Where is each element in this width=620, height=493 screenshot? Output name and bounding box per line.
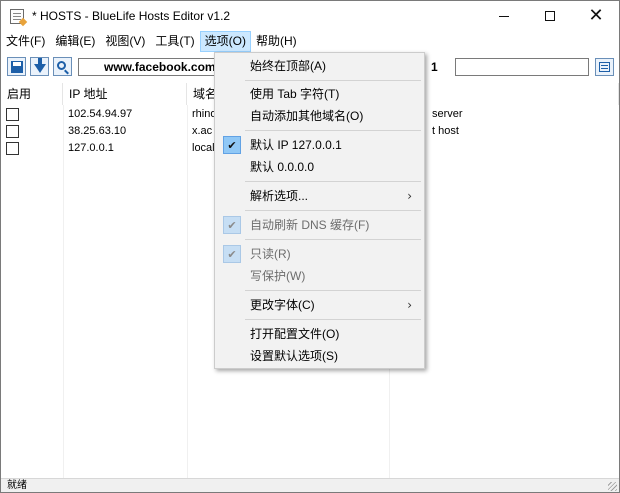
menu-item-label: 默认 IP 127.0.0.1 (250, 138, 342, 152)
checkmark-icon: ✔ (223, 245, 241, 263)
close-icon: ✕ (588, 5, 604, 26)
menu-separator (245, 130, 421, 131)
maximize-button[interactable] (527, 1, 573, 31)
comment-cell (394, 140, 614, 157)
ip-cell: 127.0.0.1 (68, 142, 114, 154)
menu-item-read-only[interactable]: ✔ 只读(R) (217, 243, 422, 265)
menu-options[interactable]: 选项(O) (199, 31, 251, 52)
chevron-right-icon: › (407, 298, 412, 312)
floppy-disk-icon (10, 60, 23, 73)
menu-separator (245, 80, 421, 81)
menu-separator (245, 181, 421, 182)
window-title: * HOSTS - BlueLife Hosts Editor v1.2 (32, 9, 231, 23)
column-divider (187, 105, 188, 478)
checkmark-icon: ✔ (223, 136, 241, 154)
menu-view[interactable]: 视图(V) (100, 31, 150, 52)
menu-item-label: 使用 Tab 字符(T) (250, 87, 340, 101)
minimize-icon (499, 15, 509, 17)
menu-item-label: 默认 0.0.0.0 (250, 160, 315, 174)
enable-checkbox[interactable] (6, 125, 19, 138)
search-button[interactable] (53, 57, 72, 76)
menu-item-label: 写保护(W) (250, 269, 306, 283)
column-header-enabled[interactable]: 启用 (1, 83, 63, 105)
column-header-ip[interactable]: IP 地址 (63, 83, 187, 105)
menu-item-open-config[interactable]: 打开配置文件(O) (217, 323, 422, 345)
enable-checkbox[interactable] (6, 108, 19, 121)
menu-help[interactable]: 帮助(H) (251, 31, 302, 52)
menu-item-use-tab[interactable]: 使用 Tab 字符(T) (217, 83, 422, 105)
menu-file[interactable]: 文件(F) (1, 31, 50, 52)
status-text: 就绪 (7, 480, 27, 491)
count-field[interactable]: 1 (425, 58, 451, 76)
menu-separator (245, 210, 421, 211)
menu-separator (245, 239, 421, 240)
ip-cell: 102.54.94.97 (68, 108, 133, 120)
status-bar: 就绪 (1, 478, 619, 492)
menu-tools[interactable]: 工具(T) (150, 31, 199, 52)
menu-item-label: 始终在顶部(A) (250, 59, 326, 73)
menu-separator (245, 290, 421, 291)
column-divider (63, 105, 64, 478)
menu-item-default-ip-127[interactable]: ✔ 默认 IP 127.0.0.1 (217, 134, 422, 156)
menu-item-always-on-top[interactable]: 始终在顶部(A) (217, 55, 422, 77)
menu-bar: 文件(F) 编辑(E) 视图(V) 工具(T) 选项(O) 帮助(H) (1, 31, 619, 52)
menu-item-label: 设置默认选项(S) (250, 349, 338, 363)
chevron-right-icon: › (407, 189, 412, 203)
menu-item-auto-add-domain[interactable]: 自动添加其他域名(O) (217, 105, 422, 127)
maximize-icon (545, 11, 555, 21)
filter-input[interactable] (455, 58, 589, 76)
title-bar[interactable]: * HOSTS - BlueLife Hosts Editor v1.2 ✕ (1, 1, 619, 31)
app-window: * HOSTS - BlueLife Hosts Editor v1.2 ✕ 文… (0, 0, 620, 493)
download-button[interactable] (30, 57, 49, 76)
comment-cell: t host (432, 125, 459, 137)
host-input[interactable]: www.facebook.com (78, 58, 228, 76)
menu-item-label: 打开配置文件(O) (250, 327, 340, 341)
list-view-button[interactable] (595, 58, 614, 76)
menu-item-label: 自动刷新 DNS 缓存(F) (250, 218, 370, 232)
menu-separator (245, 319, 421, 320)
menu-edit[interactable]: 编辑(E) (50, 31, 100, 52)
menu-item-label: 解析选项... (250, 189, 309, 203)
menu-item-label: 只读(R) (250, 247, 291, 261)
arrow-down-icon (33, 57, 46, 73)
list-icon (599, 62, 610, 72)
minimize-button[interactable] (481, 1, 527, 31)
menu-item-auto-flush-dns[interactable]: ✔ 自动刷新 DNS 缓存(F) (217, 214, 422, 236)
menu-item-default-0000[interactable]: 默认 0.0.0.0 (217, 156, 422, 178)
comment-cell: server (432, 108, 463, 120)
save-button[interactable] (7, 57, 26, 76)
menu-item-label: 更改字体(C) (250, 298, 315, 312)
enable-checkbox[interactable] (6, 142, 19, 155)
menu-item-parse-options[interactable]: 解析选项... › (217, 185, 422, 207)
menu-item-change-font[interactable]: 更改字体(C) › (217, 294, 422, 316)
checkmark-icon: ✔ (223, 216, 241, 234)
ip-cell: 38.25.63.10 (68, 125, 127, 137)
app-notepad-icon (10, 9, 24, 24)
magnifier-icon (57, 61, 66, 70)
menu-item-write-protect[interactable]: 写保护(W) (217, 265, 422, 287)
close-button[interactable]: ✕ (573, 1, 619, 31)
options-dropdown: 始终在顶部(A) 使用 Tab 字符(T) 自动添加其他域名(O) ✔ 默认 I… (214, 52, 425, 369)
menu-item-set-default[interactable]: 设置默认选项(S) (217, 345, 422, 367)
menu-item-label: 自动添加其他域名(O) (250, 109, 364, 123)
resize-grip-icon[interactable] (608, 482, 617, 491)
